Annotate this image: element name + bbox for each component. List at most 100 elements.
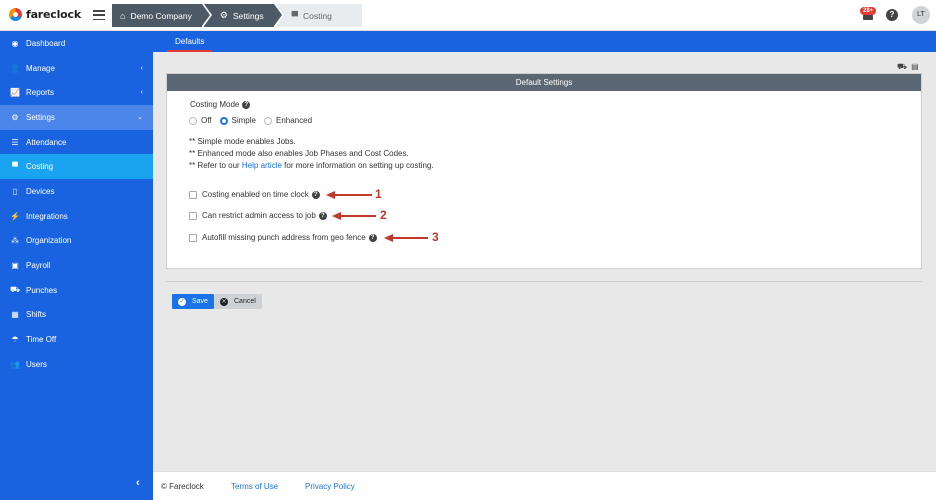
tablet-icon: ▯ [12,186,18,196]
annotation-number: 3 [432,230,439,244]
sidebar-item-organization[interactable]: ⁂ Organization [0,229,153,254]
sidebar-item-label: Users [26,359,47,369]
gear-icon: ⚙ [11,112,19,122]
sidebar-item-label: Settings [26,112,55,122]
note-enhanced: ** Enhanced mode also enables Job Phases… [189,149,409,158]
sidebar-item-label: Reports [26,88,55,98]
sidebar: ◉ Dashboard 👤 Manage ‹ 📈 Reports ‹ ⚙ Setting… [0,31,153,500]
annotation-number: 2 [380,208,387,222]
sidebar-item-label: Dashboard [26,38,66,48]
id-card-icon[interactable]: ▤ [911,62,919,72]
sidebar-item-label: Payroll [26,261,51,271]
terms-link[interactable]: Terms of Use [231,482,278,491]
radio-off[interactable] [189,116,197,125]
chevron-left-icon: ‹ [140,89,143,97]
breadcrumb-costing: ▀ Costing [275,4,362,27]
breadcrumb-demo-company[interactable]: ⌂ Demo Company [112,4,212,27]
breadcrumb: ⌂ Demo Company ⚙ Settings ▀ Costing [112,4,362,27]
checkbox-label: Costing enabled on time clock [202,190,309,199]
checkbox-label: Can restrict admin access to job [202,211,316,220]
breadcrumb-label: Demo Company [130,10,192,21]
check-icon: ✓ [178,297,186,306]
home-icon: ⌂ [120,10,126,21]
copyright: © Fareclock [161,482,204,491]
sidebar-item-time-off[interactable]: ☂ Time Off [0,327,153,352]
sidebar-item-users[interactable]: 👥 Users [0,352,153,377]
sidebar-item-integrations[interactable]: ⚡ Integrations [0,204,153,229]
chevron-left-icon: ‹ [140,64,143,72]
sidebar-item-manage[interactable]: 👤 Manage ‹ [0,56,153,81]
radio-off-label: Off [201,116,212,125]
sidebar-item-punches[interactable]: ⛟ Punches [0,278,153,303]
panel-toolbar: ⛟ ▤ [897,62,919,72]
logo-text: fareclock [26,8,81,21]
sidebar-item-shifts[interactable]: ▦ Shifts [0,303,153,328]
briefcase-icon: ▀ [12,162,18,172]
calendar-icon: ▦ [11,310,19,320]
sidebar-item-label: Organization [26,236,72,246]
help-icon[interactable]: ? [368,233,377,242]
money-icon: ▣ [11,261,19,271]
save-label: Save [192,298,208,305]
dashboard-icon: ◉ [11,38,19,48]
sidebar-item-label: Manage [26,63,55,73]
close-icon: ✕ [220,297,228,306]
sidebar-item-label: Devices [26,186,55,196]
sidebar-item-reports[interactable]: 📈 Reports ‹ [0,80,153,105]
breadcrumb-label: Costing [303,10,332,21]
radio-simple-label: Simple [231,116,256,125]
sitemap-icon: ⁂ [11,236,19,246]
costing-on-time-clock-checkbox[interactable] [189,190,197,199]
note-help: ** Refer to our Help article for more in… [189,161,434,170]
costing-mode-label: Costing Mode? [190,100,251,109]
plug-icon: ⚡ [10,211,20,221]
restrict-admin-row: Can restrict admin access to job? [189,211,327,220]
fareclock-logo-icon [9,8,22,21]
app-logo[interactable]: fareclock [9,8,81,21]
autofill-address-checkbox[interactable] [189,233,197,242]
truck-icon[interactable]: ⛟ [897,62,907,72]
costing-mode-radio-group: Off Simple Enhanced [189,116,320,125]
sidebar-item-settings[interactable]: ⚙ Settings ⌄ [0,105,153,130]
top-header: fareclock ⌂ Demo Company ⚙ Settings ▀ Co… [0,0,936,31]
footer: © Fareclock Terms of Use Privacy Policy [153,471,936,500]
radio-enhanced-label: Enhanced [275,116,313,125]
truck-icon: ⛟ [10,285,21,295]
sidebar-item-devices[interactable]: ▯ Devices [0,179,153,204]
notification-badge: 28+ [860,7,877,15]
help-article-link[interactable]: Help article [242,161,282,170]
sidebar-item-label: Attendance [26,137,67,147]
sidebar-item-costing[interactable]: ▀ Costing [0,154,153,180]
sidebar-item-label: Integrations [26,211,68,221]
beach-icon: ☂ [11,335,19,345]
note-simple: ** Simple mode enables Jobs. [189,137,296,146]
help-icon[interactable]: ? [318,211,327,220]
sidebar-item-dashboard[interactable]: ◉ Dashboard [0,31,153,56]
annotation-number: 1 [375,187,382,201]
hamburger-menu-icon[interactable] [93,10,105,20]
breadcrumb-settings[interactable]: ⚙ Settings [203,4,284,27]
sidebar-item-label: Costing [26,162,54,172]
cancel-button[interactable]: ✕ Cancel [214,294,262,309]
sidebar-item-label: Time Off [26,335,57,345]
radio-simple[interactable] [219,116,228,125]
save-button[interactable]: ✓ Save [172,294,214,309]
help-icon[interactable]: ? [242,100,251,109]
help-icon[interactable]: ? [886,9,898,21]
chart-icon: 📈 [10,88,20,98]
sidebar-item-attendance[interactable]: ☰ Attendance [0,130,153,155]
restrict-admin-checkbox[interactable] [189,211,197,220]
sidebar-item-payroll[interactable]: ▣ Payroll [0,253,153,278]
tab-defaults[interactable]: Defaults [167,31,213,52]
note-help-prefix: ** Refer to our [189,161,242,170]
radio-enhanced[interactable] [263,116,272,125]
divider [166,281,922,282]
user-avatar[interactable]: LT [912,6,930,24]
chevron-down-icon: ⌄ [137,114,143,122]
help-icon[interactable]: ? [311,190,320,199]
autofill-address-row: Autofill missing punch address from geo … [189,233,377,242]
privacy-link[interactable]: Privacy Policy [305,482,355,491]
costing-on-time-clock-row: Costing enabled on time clock? [189,190,320,199]
tab-bar: Defaults [153,31,936,52]
sidebar-collapse-button[interactable]: ‹ [136,477,140,489]
